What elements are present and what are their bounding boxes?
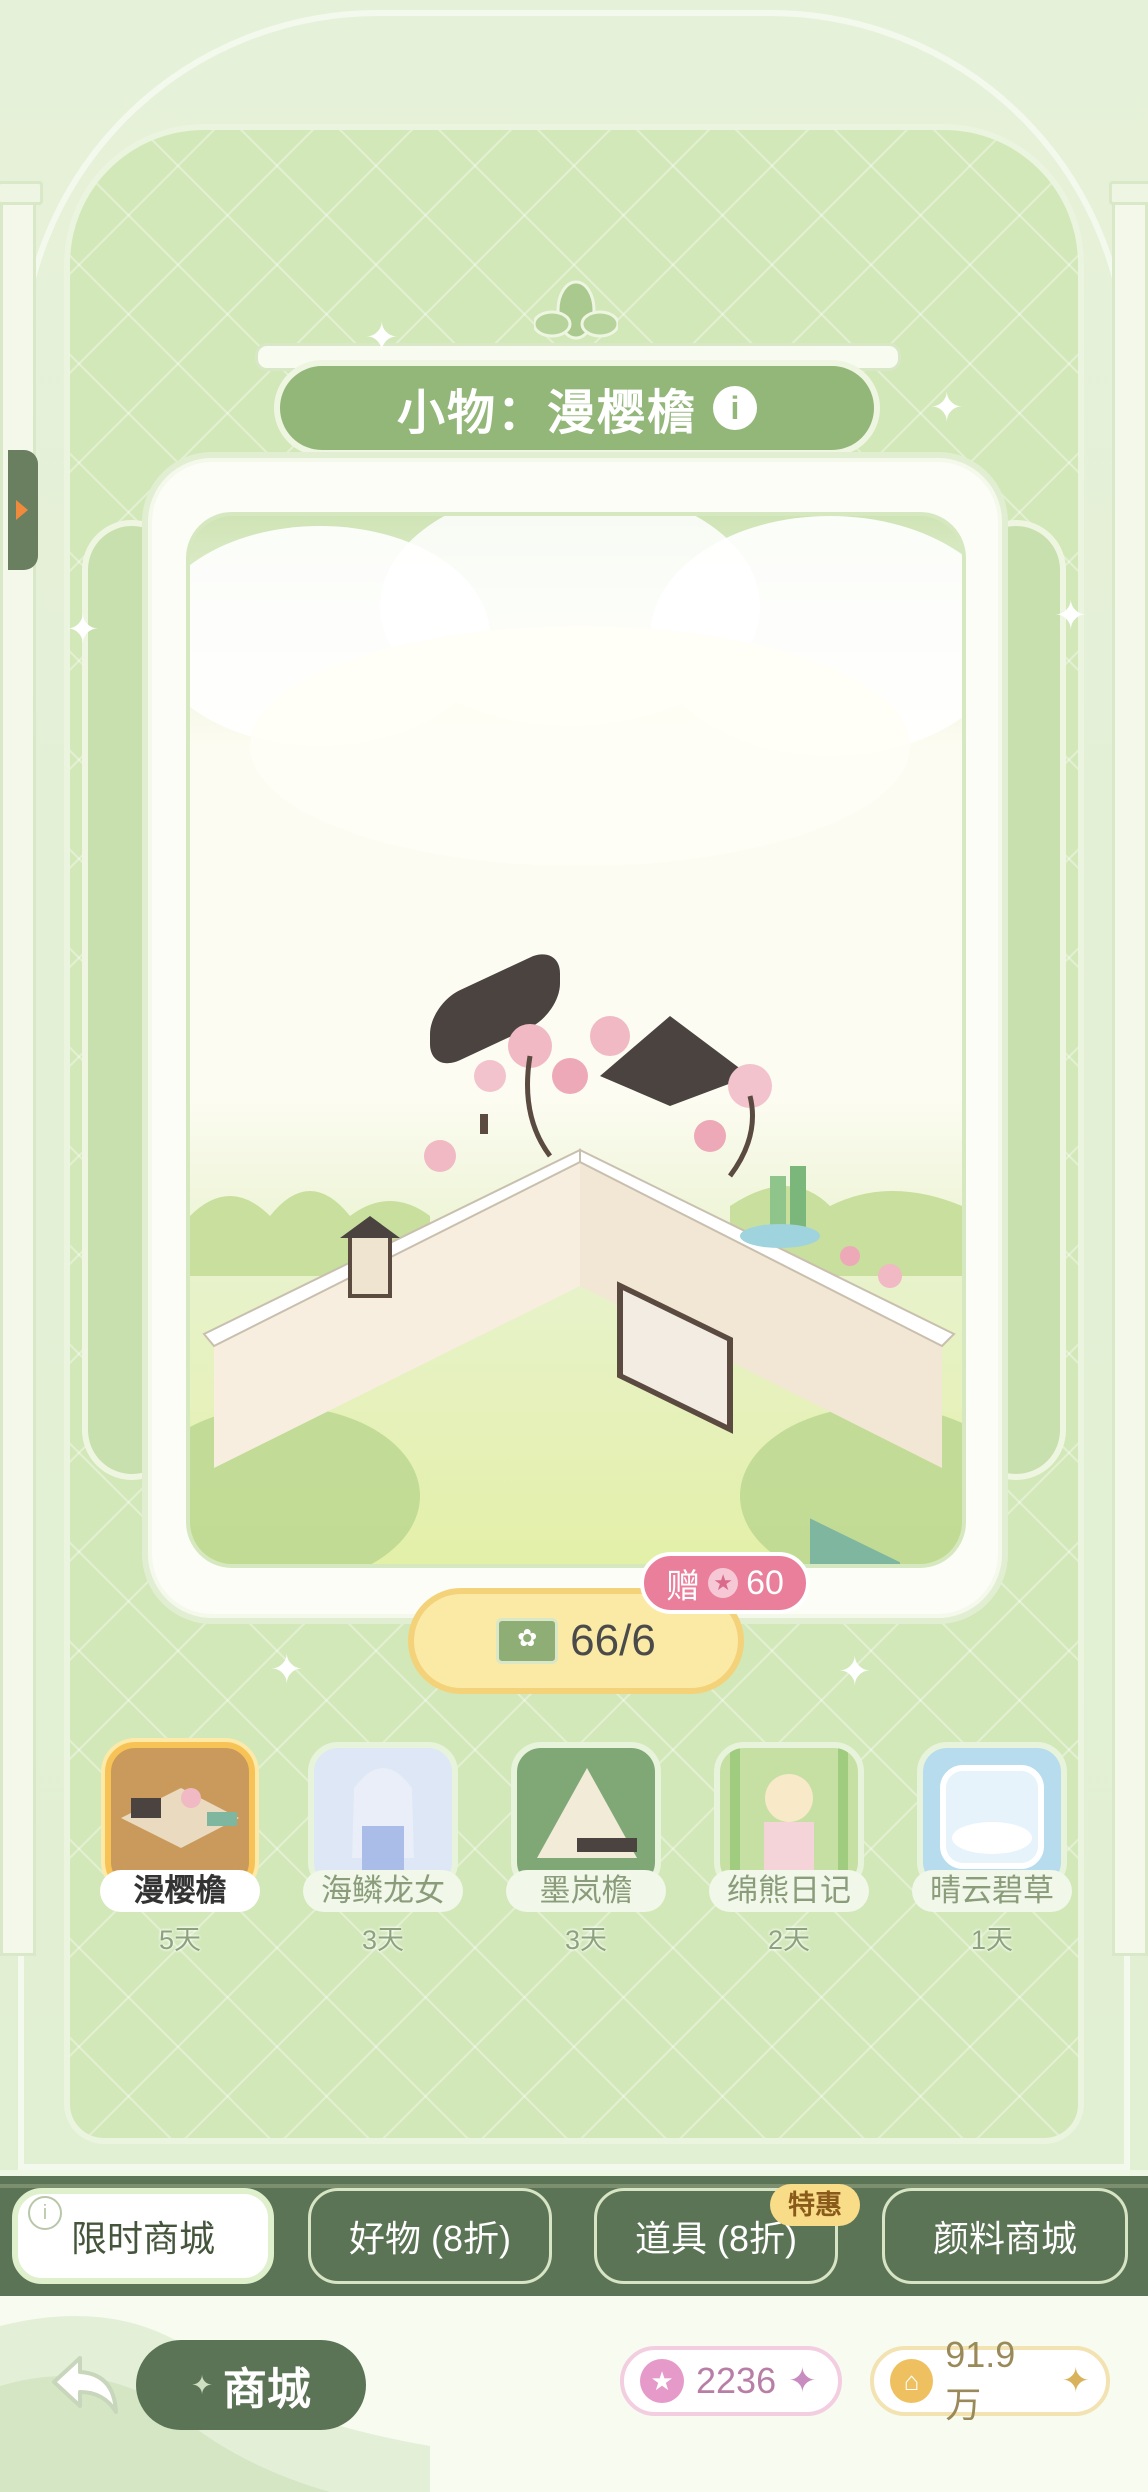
tab-limited-shop[interactable]: i 限时商城 <box>12 2188 274 2284</box>
add-coin-icon[interactable]: ✦ <box>1062 2361 1091 2401</box>
gift-amount: 60 <box>746 1563 784 1602</box>
item-name: 海鳞龙女 <box>303 1870 463 1912</box>
mall-title-button[interactable]: ✦ 商城 <box>136 2340 366 2430</box>
price-amount: 66/6 <box>570 1616 656 1665</box>
side-expand-tab[interactable] <box>8 450 38 570</box>
item-name: 漫樱檐 <box>100 1870 260 1912</box>
tab-label: 道具 (8折) <box>634 2218 797 2259</box>
tab-goods[interactable]: 好物 (8折) <box>308 2188 552 2284</box>
info-icon[interactable]: i <box>713 386 757 430</box>
leaf-crest-icon <box>534 280 618 340</box>
coin-currency-value: 91.9万 <box>945 2334 1016 2425</box>
page-title: 小物：漫樱檐 <box>396 387 697 440</box>
sparkle-icon: ✦ <box>191 2369 213 2400</box>
item-card[interactable]: 绵熊日记 2天 <box>709 1742 869 1957</box>
item-days: 2天 <box>767 1925 811 1955</box>
info-icon[interactable]: i <box>28 2196 62 2230</box>
back-arrow-icon[interactable] <box>40 2338 132 2430</box>
sparkle-icon: ✦ <box>365 316 399 360</box>
preview-frame <box>142 452 1008 1624</box>
right-pillar <box>1109 181 1148 1956</box>
item-preview <box>186 512 966 1568</box>
item-days: 3天 <box>361 1925 405 1955</box>
tab-label: 限时商城 <box>70 2218 215 2259</box>
mall-label: 商城 <box>222 2365 311 2414</box>
sparkle-icon: ✦ <box>270 1648 304 1692</box>
room-preview-image <box>190 516 962 1564</box>
star-currency[interactable]: ★ 2236 ✦ <box>620 2346 842 2416</box>
tab-paint-shop[interactable]: 颜料商城 <box>882 2188 1128 2284</box>
sparkle-icon: ✦ <box>930 386 964 430</box>
add-star-icon[interactable]: ✦ <box>788 2361 817 2401</box>
sparkle-icon: ✦ <box>1054 594 1088 638</box>
item-carousel: 漫樱檐 5天 海鳞龙女 3天 墨岚檐 3天 绵熊日记 2天 晴云碧草 1天 <box>100 1742 1080 1982</box>
item-card[interactable]: 海鳞龙女 3天 <box>303 1742 463 1957</box>
gift-badge: 赠 ★ 60 <box>640 1552 810 1614</box>
promo-badge: 特惠 <box>770 2184 860 2226</box>
gift-prefix: 赠 <box>666 1567 701 1606</box>
item-days: 3天 <box>564 1925 608 1955</box>
star-icon: ★ <box>708 1568 739 1598</box>
item-name: 晴云碧草 <box>912 1870 1072 1912</box>
sparkle-icon: ✦ <box>66 608 100 652</box>
item-card[interactable]: 漫樱檐 5天 <box>100 1742 260 1957</box>
coin-currency-icon: ⌂ <box>890 2359 934 2403</box>
star-currency-value: 2236 <box>696 2360 777 2401</box>
item-card[interactable]: 墨岚檐 3天 <box>506 1742 666 1957</box>
ticket-icon <box>496 1618 559 1664</box>
item-card[interactable]: 晴云碧草 1天 <box>912 1742 1072 1957</box>
tab-label: 颜料商城 <box>932 2218 1077 2259</box>
item-days: 1天 <box>970 1925 1014 1955</box>
tab-label: 好物 (8折) <box>348 2218 511 2259</box>
item-name: 墨岚檐 <box>506 1870 666 1912</box>
sparkle-icon: ✦ <box>838 1650 872 1694</box>
shop-tab-bar: i 限时商城 好物 (8折) 道具 (8折) 颜料商城 <box>0 2176 1148 2296</box>
item-name: 绵熊日记 <box>709 1870 869 1912</box>
item-days: 5天 <box>158 1925 202 1955</box>
coin-currency[interactable]: ⌂ 91.9万 ✦ <box>870 2334 1110 2425</box>
star-currency-icon: ★ <box>640 2359 684 2403</box>
item-title-plate: 小物：漫樱檐 i <box>274 360 880 456</box>
